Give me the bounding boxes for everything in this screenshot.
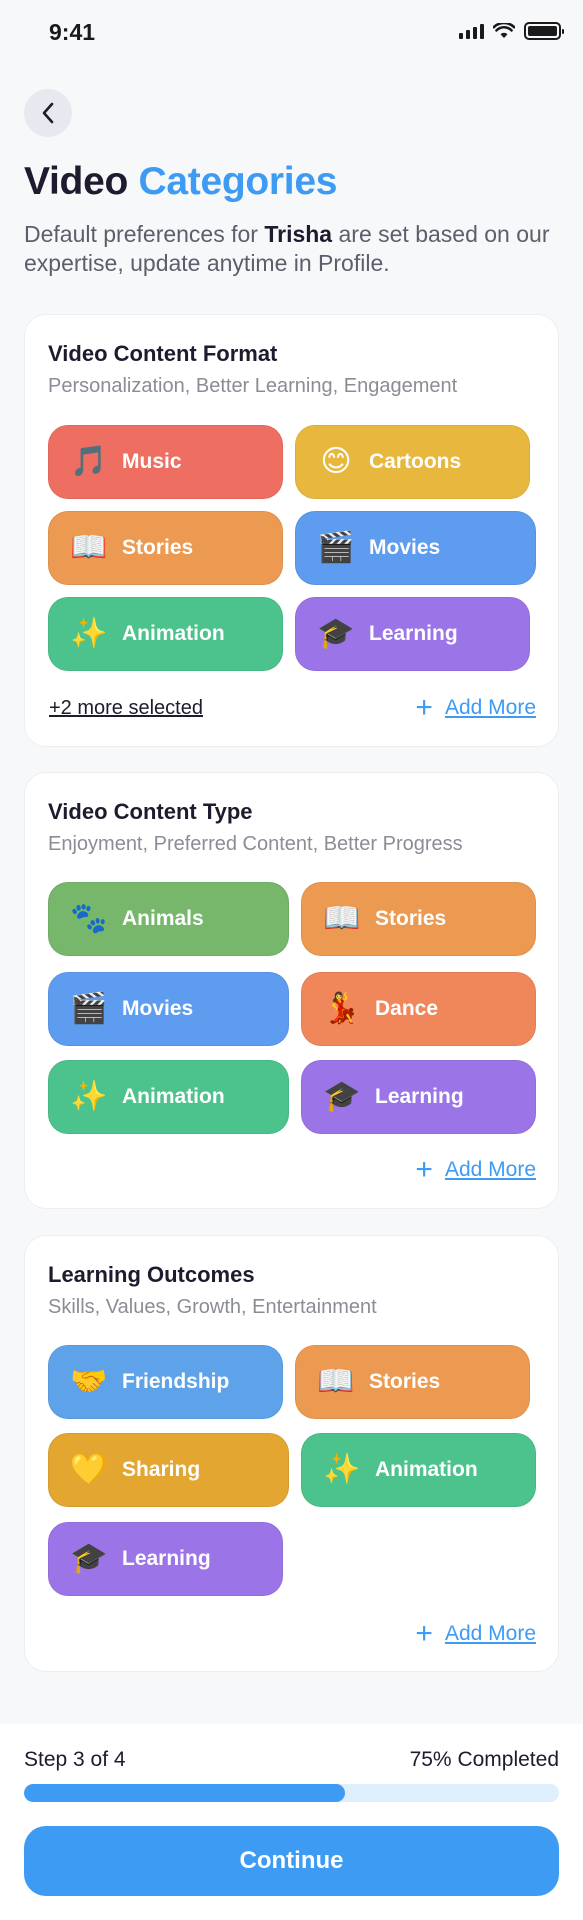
subtitle-name: Trisha: [264, 221, 333, 247]
dancer-icon: 💃: [323, 992, 361, 1025]
chip-cartoons[interactable]: 😊 Cartoons: [295, 425, 530, 499]
chip-animation[interactable]: ✨ Animation: [48, 1060, 289, 1134]
smiley-icon: 😊: [320, 445, 352, 478]
page-title-accent: Categories: [138, 160, 338, 203]
chip-animation[interactable]: ✨ Animation: [301, 1433, 536, 1507]
yellow-heart-icon: 💛: [70, 1453, 108, 1486]
chip-stories[interactable]: 📖 Stories: [48, 511, 283, 585]
page-title-main: Video: [24, 160, 128, 203]
graduation-cap-icon: 🎓: [323, 1080, 361, 1113]
book-icon: 📖: [317, 1365, 355, 1398]
clapper-icon: 🎬: [317, 531, 355, 564]
status-time: 9:41: [49, 19, 96, 45]
page-subtitle: Default preferences for Trisha are set b…: [24, 220, 564, 278]
signal-icon: [459, 23, 484, 39]
add-more-button[interactable]: + Add More: [415, 693, 536, 723]
sparkles-icon: ✨: [70, 1080, 108, 1113]
chip-animation[interactable]: ✨ Animation: [48, 597, 283, 671]
chip-movies[interactable]: 🎬 Movies: [295, 511, 536, 585]
add-more-button[interactable]: + Add More: [415, 1619, 536, 1649]
add-more-label: Add More: [444, 696, 536, 719]
section-subtitle: Personalization, Better Learning, Engage…: [48, 375, 458, 397]
status-icons: [459, 22, 564, 40]
page-title: Video Categories: [24, 160, 337, 204]
graduation-cap-icon: 🎓: [317, 617, 355, 650]
music-icon: 🎵: [70, 445, 108, 478]
chip-movies[interactable]: 🎬 Movies: [48, 972, 289, 1046]
progress-bar: [24, 1784, 559, 1802]
section-video-content-format: Video Content Format Personalization, Be…: [24, 314, 559, 747]
chip-sharing[interactable]: 💛 Sharing: [48, 1433, 289, 1507]
chip-dance[interactable]: 💃 Dance: [301, 972, 536, 1046]
status-bar: 9:41: [0, 0, 583, 66]
chip-stories[interactable]: 📖 Stories: [301, 882, 536, 956]
add-more-button[interactable]: + Add More: [415, 1155, 536, 1185]
section-video-content-type: Video Content Type Enjoyment, Preferred …: [24, 772, 559, 1209]
more-selected-link[interactable]: +2 more selected: [49, 697, 203, 720]
plus-icon: +: [415, 691, 433, 724]
section-subtitle: Enjoyment, Preferred Content, Better Pro…: [48, 833, 463, 855]
paw-icon: 🐾: [70, 902, 108, 935]
chip-animals[interactable]: 🐾 Animals: [48, 882, 289, 956]
back-button[interactable]: [24, 89, 72, 137]
progress-label: 75% Completed: [409, 1748, 559, 1771]
section-subtitle: Skills, Values, Growth, Entertainment: [48, 1296, 377, 1318]
handshake-icon: 🤝: [70, 1365, 108, 1398]
footer: Step 3 of 4 75% Completed Continue: [0, 1724, 583, 1920]
section-title: Video Content Format: [48, 341, 278, 366]
chip-learning[interactable]: 🎓 Learning: [48, 1522, 283, 1596]
sparkles-icon: ✨: [70, 617, 108, 650]
add-more-label: Add More: [444, 1622, 536, 1645]
section-learning-outcomes: Learning Outcomes Skills, Values, Growth…: [24, 1235, 559, 1672]
chip-learning[interactable]: 🎓 Learning: [301, 1060, 536, 1134]
book-icon: 📖: [70, 531, 108, 564]
subtitle-pre: Default preferences for: [24, 221, 258, 247]
chip-music[interactable]: 🎵 Music: [48, 425, 283, 499]
clapper-icon: 🎬: [70, 992, 108, 1025]
step-label: Step 3 of 4: [24, 1748, 126, 1771]
battery-icon: [524, 22, 564, 40]
book-icon: 📖: [323, 902, 361, 935]
section-title: Learning Outcomes: [48, 1262, 255, 1287]
add-more-label: Add More: [444, 1158, 536, 1181]
continue-button[interactable]: Continue: [24, 1826, 559, 1896]
chip-friendship[interactable]: 🤝 Friendship: [48, 1345, 283, 1419]
plus-icon: +: [415, 1617, 433, 1650]
chip-learning[interactable]: 🎓 Learning: [295, 597, 530, 671]
chip-stories[interactable]: 📖 Stories: [295, 1345, 530, 1419]
graduation-cap-icon: 🎓: [70, 1542, 108, 1575]
sparkles-icon: ✨: [323, 1453, 361, 1486]
chevron-left-icon: [42, 102, 54, 124]
section-title: Video Content Type: [48, 799, 253, 824]
plus-icon: +: [415, 1153, 433, 1186]
wifi-icon: [493, 23, 515, 38]
progress-fill: [24, 1784, 345, 1802]
